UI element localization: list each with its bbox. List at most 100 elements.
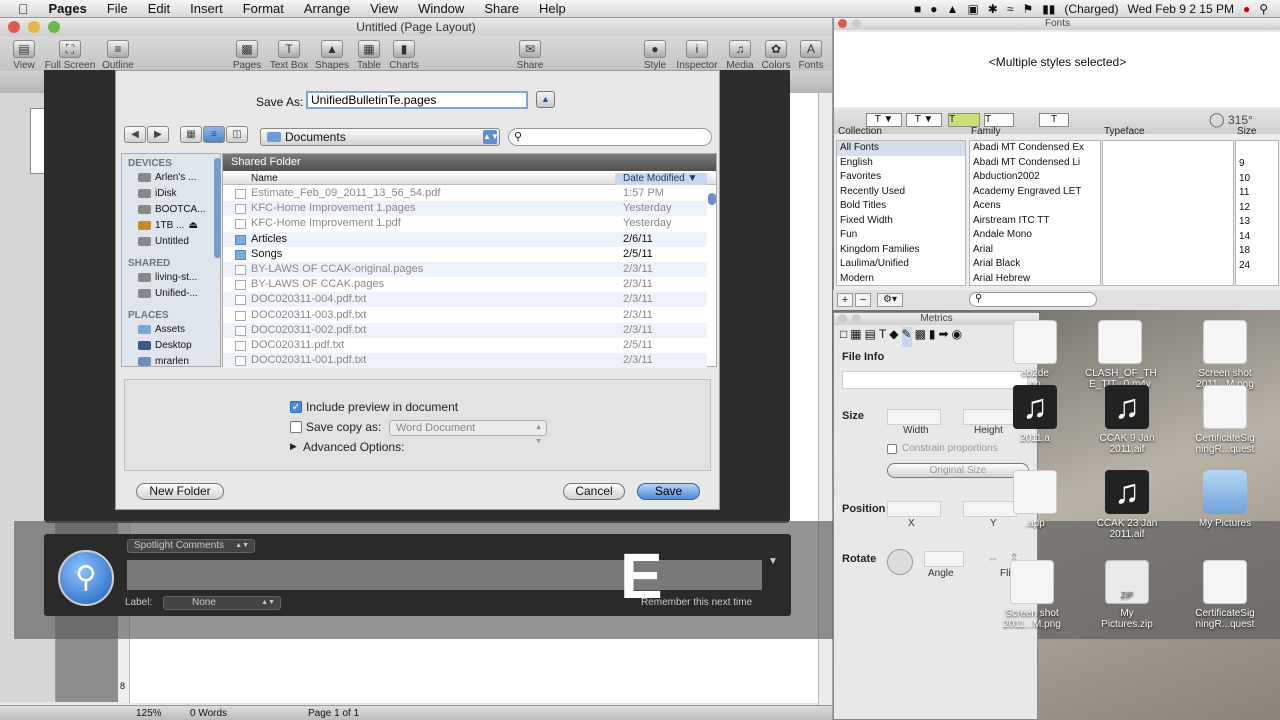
menu-insert[interactable]: Insert [180, 0, 233, 18]
file-row[interactable]: Estimate_Feb_09_2011_13_56_54.pdf 1:57 PM [223, 186, 707, 201]
display-icon[interactable]: ▣ [967, 2, 978, 16]
document-color-well[interactable]: T [984, 113, 1014, 127]
sidebar-item-device[interactable]: Arlen's ... [138, 172, 196, 183]
wrap-tab-icon[interactable]: ▤ [865, 327, 876, 347]
menu-help[interactable]: Help [529, 0, 576, 18]
menu-extra-icon[interactable]: ▲ [947, 2, 959, 16]
metrics-tab-icon[interactable]: ✎ [901, 327, 912, 347]
desktop-icon-item[interactable]: eb2de pp [1000, 320, 1070, 390]
collection-item[interactable]: Kingdom Families [837, 243, 965, 258]
desktop-icon-item[interactable]: ♫ 2011.a [1000, 385, 1070, 444]
shadow-button[interactable]: T [1039, 113, 1069, 127]
collection-item[interactable]: Recently Used [837, 185, 965, 200]
sidebar-item-untitled[interactable]: Untitled [138, 236, 189, 247]
angle-dial-icon[interactable]: ◯ [1209, 111, 1225, 128]
graphic-tab-icon[interactable]: ◆ [889, 327, 898, 347]
collection-item[interactable]: Bold Titles [837, 199, 965, 214]
camera-icon[interactable]: ■ [914, 2, 921, 16]
cancel-button[interactable]: Cancel [563, 483, 625, 500]
collection-item[interactable]: Fun [837, 228, 965, 243]
desktop-icon-item[interactable]: ZIP My Pictures.zip [1092, 560, 1162, 630]
eject-icon[interactable]: ⏏ [188, 220, 197, 231]
collection-item[interactable]: All Fonts [837, 141, 965, 156]
clock-icon[interactable]: ◷ [784, 320, 814, 346]
desktop-icon-item[interactable]: ♫ CCAK 23 Jan 2011.aif [1092, 470, 1162, 540]
sidebar-scrollbar[interactable] [214, 158, 221, 258]
save-copy-format-select[interactable]: Word Document ▲ ▼ [389, 420, 547, 445]
bluetooth-icon[interactable]: ✱ [988, 2, 998, 16]
collection-item[interactable]: Fixed Width [837, 214, 965, 229]
location-popup[interactable]: Documents ▲▼ [260, 128, 500, 146]
toolbar-charts-button[interactable]: ▮ Charts [386, 40, 422, 71]
collection-item[interactable]: Laulima/Unified [837, 257, 965, 272]
column-view-button[interactable]: ◫ [226, 126, 248, 143]
layout-tab-icon[interactable]: ▦ [850, 327, 861, 347]
toolbar-inspector-button[interactable]: i Inspector [676, 40, 718, 71]
font-family-item[interactable]: Academy Engraved LET [970, 185, 1100, 200]
file-row[interactable]: KFC-Home Improvement 1.pages Yesterday [223, 201, 707, 217]
link-tab-icon[interactable]: ➡ [939, 327, 949, 347]
tag-icon[interactable]: ◢ [784, 190, 814, 216]
menu-edit[interactable]: Edit [138, 0, 180, 18]
font-family-item[interactable]: Arial Hebrew [970, 272, 1100, 286]
toolbar-media-button[interactable]: ♫ Media [724, 40, 756, 71]
sidebar-item-home[interactable]: mrarlen [138, 356, 189, 367]
font-family-item[interactable]: Abadi MT Condensed Ex [970, 141, 1100, 156]
remove-collection-button[interactable]: − [855, 293, 871, 307]
file-list-scrollbar[interactable] [708, 185, 716, 365]
flag-icon[interactable]: ⚑ [1022, 2, 1033, 16]
document-tab-icon[interactable]: □ [840, 327, 847, 347]
column-date-modified[interactable]: Date Modified ▼ [615, 173, 707, 185]
forward-button[interactable]: ▶ [147, 126, 169, 143]
battery-icon[interactable]: ▮▮ [1042, 2, 1055, 16]
angle-field[interactable] [924, 551, 964, 567]
desktop-icon-item[interactable]: CertificateSig ningR...quest [1190, 385, 1260, 455]
font-family-item[interactable]: Abadi MT Condensed Li [970, 156, 1100, 171]
position-x-field[interactable] [887, 501, 941, 517]
desktop-icon-item[interactable]: My Pictures [1190, 470, 1260, 529]
font-family-item[interactable]: Arial [970, 243, 1100, 258]
constrain-checkbox[interactable] [887, 444, 897, 454]
menu-extra-icon[interactable]: ● [930, 2, 937, 16]
toolbar-outline-button[interactable]: ≡ Outline [100, 40, 136, 71]
scroll-thumb[interactable] [708, 193, 716, 205]
user-icon[interactable]: ● [1243, 2, 1250, 16]
desktop-icon-item[interactable]: Screen shot 2011...M.png [1190, 320, 1260, 390]
width-field[interactable] [887, 409, 941, 425]
file-row[interactable]: KFC-Home Improvement 1.pdf Yesterday [223, 216, 707, 231]
expand-dialog-button[interactable]: ▲ [536, 91, 555, 108]
table-tab-icon[interactable]: ▩ [915, 327, 926, 347]
collection-item[interactable]: Modern [837, 272, 965, 286]
sidebar-item-idisk[interactable]: iDisk [138, 188, 177, 199]
toolbar-table-button[interactable]: ▦ Table [354, 40, 384, 71]
advanced-options-label[interactable]: Advanced Options: [303, 440, 404, 454]
strikethrough-select[interactable]: T ▼ [906, 113, 942, 127]
save-copy-checkbox[interactable] [290, 421, 302, 433]
minimize-button[interactable] [852, 314, 861, 323]
font-family-item[interactable]: Arial Black [970, 257, 1100, 272]
spotlight-comments-select[interactable]: Spotlight Comments ▲▼ [127, 539, 255, 553]
desktop-icon-item[interactable]: CLASH_OF_TH E_TIT...0.m4v [1085, 320, 1157, 390]
font-family-item[interactable]: Acens [970, 199, 1100, 214]
label-select[interactable]: None ▲▼ [163, 596, 281, 610]
desktop-icon-item[interactable]: Screen shot 2011...M.png [997, 560, 1067, 630]
sidebar-item-shared[interactable]: Unified-... [138, 288, 198, 299]
app-menu[interactable]: Pages [39, 0, 97, 18]
column-name[interactable]: Name [251, 173, 278, 185]
back-button[interactable]: ◀ [124, 126, 146, 143]
heart-icon[interactable]: ♥ [784, 277, 814, 303]
file-row[interactable]: Songs 2/5/11 [223, 247, 707, 262]
file-row[interactable]: DOC020311-004.pdf.txt 2/3/11 [223, 292, 707, 308]
font-size-item[interactable]: 18 [1236, 244, 1278, 259]
desktop-icon-item[interactable]: CertificateSig ningR...quest [1190, 560, 1260, 630]
toolbar-fonts-button[interactable]: A Fonts [796, 40, 826, 71]
display-icon[interactable]: ▩ [784, 233, 814, 259]
file-row[interactable]: BY-LAWS OF CCAK-original.pages 2/3/11 [223, 262, 707, 277]
toolbar-fullscreen-button[interactable]: ⛶ Full Screen [44, 40, 96, 71]
zoom-button[interactable] [48, 21, 60, 33]
battery-status[interactable]: (Charged) [1064, 2, 1118, 16]
include-preview-checkbox[interactable]: ✓ [290, 401, 302, 413]
file-row[interactable]: DOC020311-003.pdf.txt 2/3/11 [223, 308, 707, 323]
sidebar-item-desktop[interactable]: Desktop [138, 340, 192, 351]
text-color-well[interactable]: T [948, 113, 980, 127]
